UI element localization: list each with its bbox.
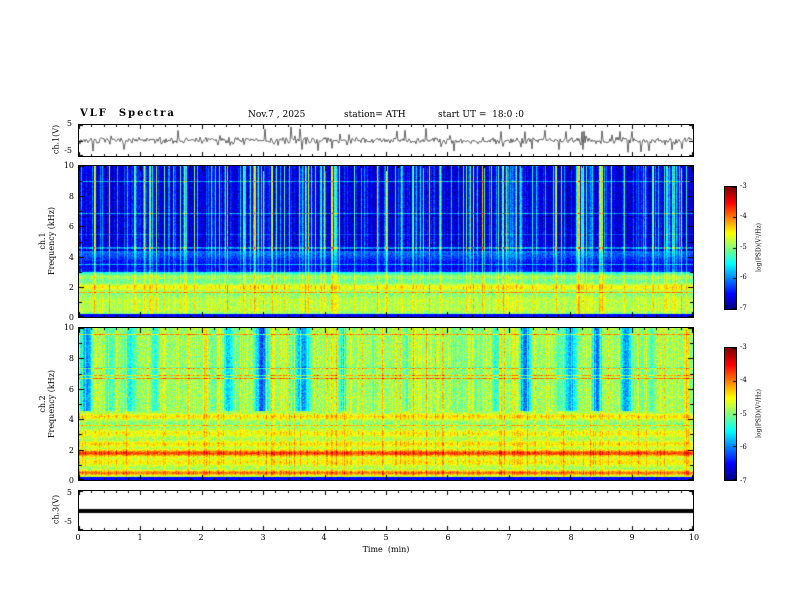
ch3-ymax-label: 5 — [66, 488, 72, 497]
colorbar-tick-label: -6 — [740, 443, 747, 451]
colorbar-tick-label: -7 — [740, 477, 747, 485]
start-ut-label: start UT = 18:0 :0 — [438, 110, 524, 120]
time-tick-label: 0 — [75, 533, 81, 542]
ch2-channel-label: ch.2 — [38, 395, 47, 413]
ch1-channel-label: ch.1 — [38, 232, 47, 250]
vlf-spectra-figure: VLF Spectra Nov.7 , 2025 station= ATH st… — [0, 0, 792, 612]
freq-tick-label: 10 — [63, 161, 74, 170]
time-axis-label: Time (min) — [362, 545, 410, 554]
ch2-frequency-axis-label: ch.2 Frequency (kHz) — [38, 359, 56, 449]
ch2-colorbar-label: log(PSD)(V²/Hz) — [755, 389, 763, 438]
colorbar-tick-label: -5 — [740, 243, 747, 251]
ch2-spectrogram-canvas — [79, 328, 693, 480]
freq-tick-label: 10 — [63, 323, 74, 332]
freq-tick-label: 2 — [68, 446, 74, 455]
ch2-axis-label: Frequency (kHz) — [47, 369, 56, 439]
ch2-colorbar — [724, 347, 737, 481]
ch3-voltage-axis-label: ch.3(V) — [51, 494, 61, 525]
station-label: station= ATH — [344, 110, 406, 120]
ch2-spectrogram-panel — [78, 327, 694, 481]
date-label: Nov.7 , 2025 — [248, 110, 306, 120]
time-tick-label: 5 — [383, 533, 389, 542]
ch1-colorbar-label: log(PSD)(V²/Hz) — [755, 223, 763, 272]
freq-tick-label: 6 — [68, 222, 74, 231]
colorbar-tick-label: -3 — [740, 182, 747, 190]
time-tick-label: 10 — [688, 533, 700, 542]
ch1-voltage-axis-label: ch.1(V) — [51, 124, 61, 155]
ch1-waveform-canvas — [79, 125, 693, 156]
time-tick-label: 4 — [321, 533, 327, 542]
freq-tick-label: 2 — [68, 283, 74, 292]
freq-tick-label: 0 — [68, 476, 74, 485]
ch1-spectrogram-canvas — [79, 166, 693, 317]
time-tick-label: 8 — [568, 533, 574, 542]
ch1-ymax-label: 5 — [66, 119, 72, 128]
figure-title: VLF Spectra — [80, 108, 176, 119]
freq-tick-label: 8 — [68, 192, 74, 201]
colorbar-tick-label: -6 — [740, 273, 747, 281]
ch1-axis-label: Frequency (kHz) — [47, 206, 56, 276]
colorbar-tick-label: -5 — [740, 410, 747, 418]
freq-tick-label: 0 — [68, 313, 74, 322]
ch3-waveform-panel — [78, 490, 694, 531]
colorbar-tick-label: -7 — [740, 304, 747, 312]
colorbar-tick-label: -4 — [740, 212, 747, 220]
ch1-waveform-panel — [78, 124, 694, 157]
freq-tick-label: 4 — [68, 253, 74, 262]
time-tick-label: 1 — [137, 533, 143, 542]
colorbar-tick-label: -4 — [740, 376, 747, 384]
time-tick-label: 3 — [260, 533, 266, 542]
ch2-colorbar-canvas — [725, 348, 736, 480]
ch1-colorbar — [724, 186, 737, 310]
ch1-ymin-label: -5 — [64, 146, 72, 155]
freq-tick-label: 8 — [68, 354, 74, 363]
time-tick-label: 9 — [629, 533, 635, 542]
ch3-waveform-canvas — [79, 491, 693, 530]
ch1-spectrogram-panel — [78, 165, 694, 318]
freq-tick-label: 6 — [68, 385, 74, 394]
colorbar-tick-label: -3 — [740, 343, 747, 351]
ch1-colorbar-canvas — [725, 187, 736, 309]
ch1-frequency-axis-label: ch.1 Frequency (kHz) — [38, 196, 56, 286]
time-tick-label: 6 — [445, 533, 451, 542]
freq-tick-label: 4 — [68, 415, 74, 424]
time-tick-label: 7 — [506, 533, 512, 542]
time-tick-label: 2 — [198, 533, 204, 542]
ch3-ymin-label: -5 — [64, 517, 72, 526]
